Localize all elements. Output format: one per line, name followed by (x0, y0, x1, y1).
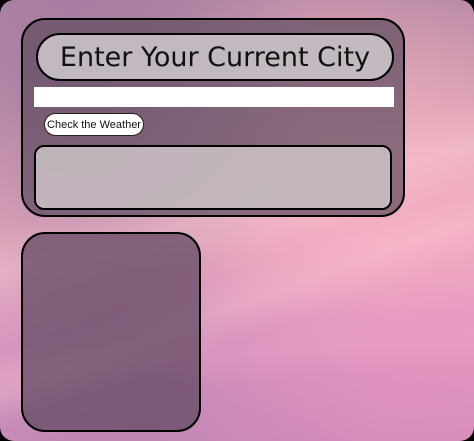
page-title: Enter Your Current City (59, 41, 371, 73)
forecast-panel (21, 232, 201, 432)
title-banner: Enter Your Current City (36, 33, 394, 81)
city-input[interactable] (34, 87, 394, 107)
app-viewport: Enter Your Current City Check the Weathe… (0, 0, 474, 441)
city-search-panel: Enter Your Current City Check the Weathe… (21, 18, 405, 217)
check-weather-button[interactable]: Check the Weather (44, 113, 144, 136)
weather-result-box (34, 145, 392, 210)
